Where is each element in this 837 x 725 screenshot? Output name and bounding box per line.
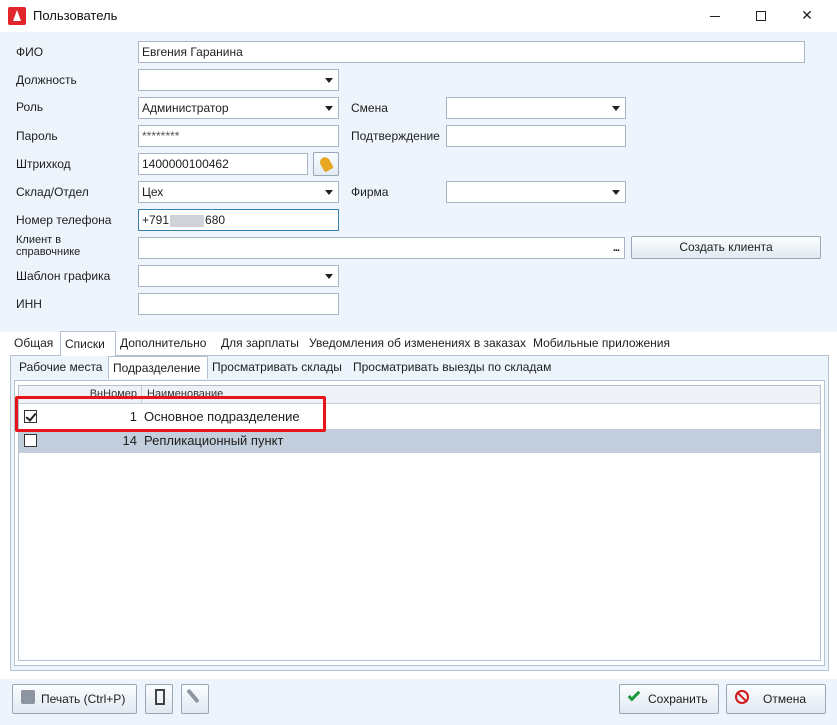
phone-value-start: +791 xyxy=(142,213,170,227)
footer-bar: Печать (Ctrl+P) Сохранить Отмена xyxy=(0,679,837,725)
tab-order-notifications[interactable]: Уведомления об изменениях в заказах xyxy=(305,331,526,355)
save-button[interactable]: Сохранить xyxy=(619,684,719,714)
subtab-workstations[interactable]: Рабочие места xyxy=(15,356,107,378)
subtab-view-warehouses[interactable]: Просматривать склады xyxy=(208,356,348,378)
tab-additional[interactable]: Дополнительно xyxy=(116,331,216,355)
barcode-label: Штрихкод xyxy=(16,157,71,171)
subtab-division[interactable]: Подразделение xyxy=(108,356,208,379)
user-form: ФИО Евгения Гаранина Должность Роль Адми… xyxy=(0,32,837,332)
row-name: Репликационный пункт xyxy=(144,433,284,448)
ellipsis-button[interactable]: ... xyxy=(613,238,620,258)
minimize-button[interactable] xyxy=(692,0,738,30)
tab-mobile-apps[interactable]: Мобильные приложения xyxy=(529,331,681,355)
chevron-down-icon xyxy=(325,78,333,83)
save-label: Сохранить xyxy=(648,692,708,706)
subtab-view-trips[interactable]: Просматривать выезды по складам xyxy=(349,356,559,378)
app-logo-icon xyxy=(8,7,26,25)
table-row[interactable]: 14 Репликационный пункт xyxy=(19,429,820,453)
fio-label: ФИО xyxy=(16,45,44,59)
barcode-input[interactable]: 1400000100462 xyxy=(138,153,308,175)
check-icon xyxy=(627,688,641,702)
wrench-icon xyxy=(186,688,200,704)
inn-label: ИНН xyxy=(16,297,42,311)
password-input[interactable]: ******** xyxy=(138,125,339,147)
company-label: Фирма xyxy=(351,185,389,199)
tools-button[interactable] xyxy=(181,684,209,714)
cancel-icon xyxy=(735,690,749,704)
company-dropdown[interactable] xyxy=(446,181,626,203)
key-icon xyxy=(318,155,334,173)
close-icon: ✕ xyxy=(801,7,813,23)
document-button[interactable] xyxy=(145,684,173,714)
maximize-icon xyxy=(756,11,766,22)
shift-dropdown[interactable] xyxy=(446,97,626,119)
title-bar: Пользователь ✕ xyxy=(0,0,837,32)
maximize-button[interactable] xyxy=(738,0,784,30)
client-label: Клиент в справочнике xyxy=(16,234,81,258)
shift-label: Смена xyxy=(351,101,388,115)
chevron-down-icon xyxy=(325,274,333,279)
warehouse-value: Цех xyxy=(142,185,164,199)
chevron-down-icon xyxy=(612,106,620,111)
schedule-dropdown[interactable] xyxy=(138,265,339,287)
role-value: Администратор xyxy=(142,101,229,115)
document-icon xyxy=(155,689,165,705)
redacted-block xyxy=(170,214,205,227)
chevron-down-icon xyxy=(325,190,333,195)
chevron-down-icon xyxy=(325,106,333,111)
create-client-button[interactable]: Создать клиента xyxy=(631,236,821,259)
warehouse-label: Склад/Отдел xyxy=(16,185,89,199)
cancel-button[interactable]: Отмена xyxy=(726,684,826,714)
password-label: Пароль xyxy=(16,129,58,143)
role-label: Роль xyxy=(16,100,44,114)
phone-label: Номер телефона xyxy=(16,213,112,227)
row-checkbox[interactable] xyxy=(24,434,37,447)
close-button[interactable]: ✕ xyxy=(784,0,830,30)
tab-lists[interactable]: Списки xyxy=(60,331,116,356)
highlight-annotation xyxy=(15,396,326,432)
position-dropdown[interactable] xyxy=(138,69,339,91)
schedule-label: Шаблон графика xyxy=(16,269,111,283)
role-dropdown[interactable]: Администратор xyxy=(138,97,339,119)
row-number: 14 xyxy=(122,433,137,448)
printer-icon xyxy=(21,690,35,704)
cancel-label: Отмена xyxy=(763,692,807,706)
warehouse-dropdown[interactable]: Цех xyxy=(138,181,339,203)
confirm-label: Подтверждение xyxy=(351,129,440,143)
print-label: Печать (Ctrl+P) xyxy=(41,692,126,706)
phone-value-end: 680 xyxy=(205,213,226,227)
position-label: Должность xyxy=(16,73,77,87)
fio-input[interactable]: Евгения Гаранина xyxy=(138,41,805,63)
client-input[interactable]: ... xyxy=(138,237,625,259)
inn-input[interactable] xyxy=(138,293,339,315)
tab-general[interactable]: Общая xyxy=(10,331,60,355)
phone-input[interactable]: +791 680 xyxy=(138,209,339,231)
tabs-container: Общая Списки Дополнительно Для зарплаты … xyxy=(10,331,829,671)
minimize-icon xyxy=(710,15,720,17)
tab-salary[interactable]: Для зарплаты xyxy=(217,331,307,355)
confirm-input[interactable] xyxy=(446,125,626,147)
window-title: Пользователь xyxy=(33,8,118,23)
chevron-down-icon xyxy=(612,190,620,195)
print-button[interactable]: Печать (Ctrl+P) xyxy=(12,684,137,714)
generate-barcode-button[interactable] xyxy=(313,152,339,176)
